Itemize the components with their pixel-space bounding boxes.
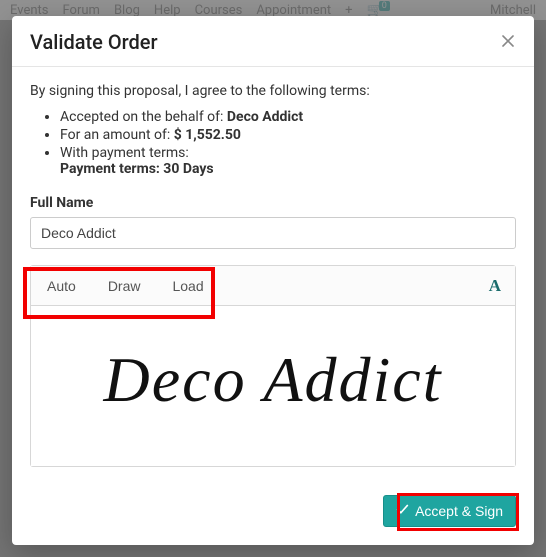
term-amount-value: $ 1,552.50 [174,127,241,143]
tab-draw[interactable]: Draw [92,269,157,303]
term-payment-value: Payment terms: 30 Days [60,161,214,177]
check-icon [396,503,409,519]
modal-body: By signing this proposal, I agree to the… [12,67,534,481]
signature-panel: Auto Draw Load A Deco Addict [30,265,516,467]
close-button[interactable] [500,33,516,52]
full-name-label: Full Name [30,195,516,211]
term-amount: For an amount of: $ 1,552.50 [60,127,516,143]
validate-order-modal: Validate Order By signing this proposal,… [12,16,534,545]
modal-footer: Accept & Sign [12,481,534,545]
terms-list: Accepted on the behalf of: Deco Addict F… [30,109,516,177]
close-icon [500,33,516,53]
term-payment: With payment terms: Payment terms: 30 Da… [60,145,516,177]
tab-auto[interactable]: Auto [31,269,92,303]
modal-title: Validate Order [30,30,158,54]
font-style-button[interactable]: A [475,276,515,296]
intro-text: By signing this proposal, I agree to the… [30,83,516,99]
accept-sign-label: Accept & Sign [415,503,503,519]
term-accepted: Accepted on the behalf of: Deco Addict [60,109,516,125]
modal-header: Validate Order [12,16,534,67]
tab-load[interactable]: Load [156,269,219,303]
term-payment-prefix: With payment terms: [60,145,189,161]
full-name-input[interactable] [30,217,516,249]
signature-preview: Deco Addict [104,348,443,412]
term-accepted-prefix: Accepted on the behalf of: [60,109,227,125]
term-accepted-name: Deco Addict [227,109,303,125]
signature-mode-tabs: Auto Draw Load A [31,266,515,306]
accept-sign-button[interactable]: Accept & Sign [383,495,516,527]
signature-canvas[interactable]: Deco Addict [31,306,515,466]
term-amount-prefix: For an amount of: [60,127,174,143]
